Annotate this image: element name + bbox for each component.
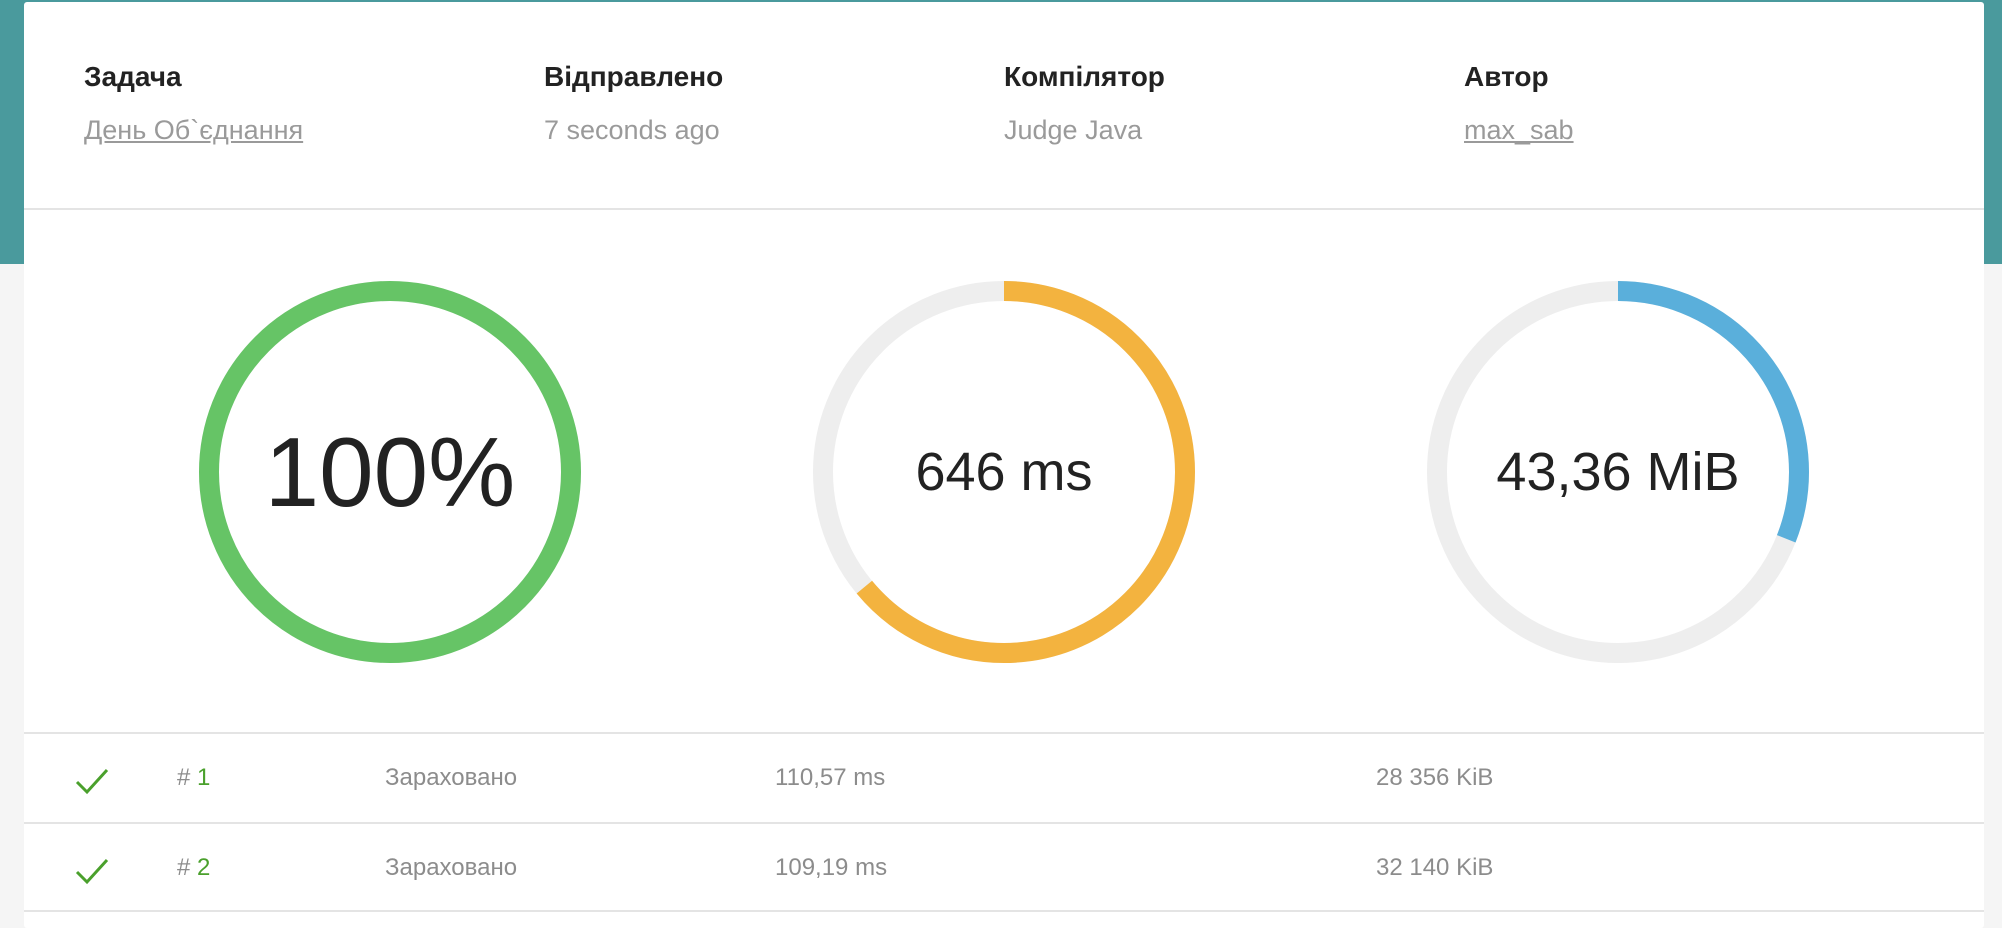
test-number: # 2 [177, 854, 210, 882]
check-icon [75, 768, 109, 795]
time-gauge: 646 ms [811, 279, 1197, 665]
test-time: 109,19 ms [775, 854, 888, 881]
task-link[interactable]: День Об`єднання [84, 114, 303, 146]
compiler-label: Компілятор [1004, 61, 1165, 92]
time-value: 646 ms [915, 442, 1093, 502]
meta-compiler: Компілятор Judge Java [1004, 60, 1165, 146]
meta-task: Задача День Об`єднання [84, 60, 303, 146]
test-time: 110,57 ms [775, 764, 886, 791]
table-row: # 1 Зараховано 110,57 ms 28 356 KiB [24, 732, 1984, 822]
task-label: Задача [84, 61, 182, 92]
check-icon [75, 858, 109, 885]
test-number: # 1 [177, 764, 210, 792]
author-label: Автор [1464, 61, 1549, 92]
memory-value: 43,36 MiB [1496, 442, 1740, 502]
sent-label: Відправлено [544, 61, 724, 92]
score-value: 100% [264, 416, 516, 527]
test-number-value: 2 [197, 854, 211, 881]
test-results: # 1 Зараховано 110,57 ms 28 356 KiB # 2 … [24, 732, 1984, 912]
memory-gauge: 43,36 MiB [1425, 279, 1811, 665]
test-memory: 32 140 KiB [1376, 854, 1494, 881]
test-memory: 28 356 KiB [1376, 764, 1494, 791]
test-status: Зараховано [385, 764, 518, 791]
author-link[interactable]: max_sab [1464, 114, 1574, 146]
submission-meta: Задача День Об`єднання Відправлено 7 sec… [24, 2, 1984, 210]
test-hash: # [177, 764, 191, 791]
meta-author: Автор max_sab [1464, 60, 1574, 146]
submission-card: Задача День Об`єднання Відправлено 7 sec… [24, 2, 1984, 928]
test-number-value: 1 [197, 764, 211, 791]
score-gauge: 100% [197, 279, 583, 665]
test-hash: # [177, 854, 191, 881]
test-status: Зараховано [385, 854, 518, 881]
table-row: # 2 Зараховано 109,19 ms 32 140 KiB [24, 822, 1984, 912]
compiler-value: Judge Java [1004, 115, 1143, 145]
meta-sent: Відправлено 7 seconds ago [544, 60, 723, 146]
sent-time: 7 seconds ago [544, 115, 720, 145]
